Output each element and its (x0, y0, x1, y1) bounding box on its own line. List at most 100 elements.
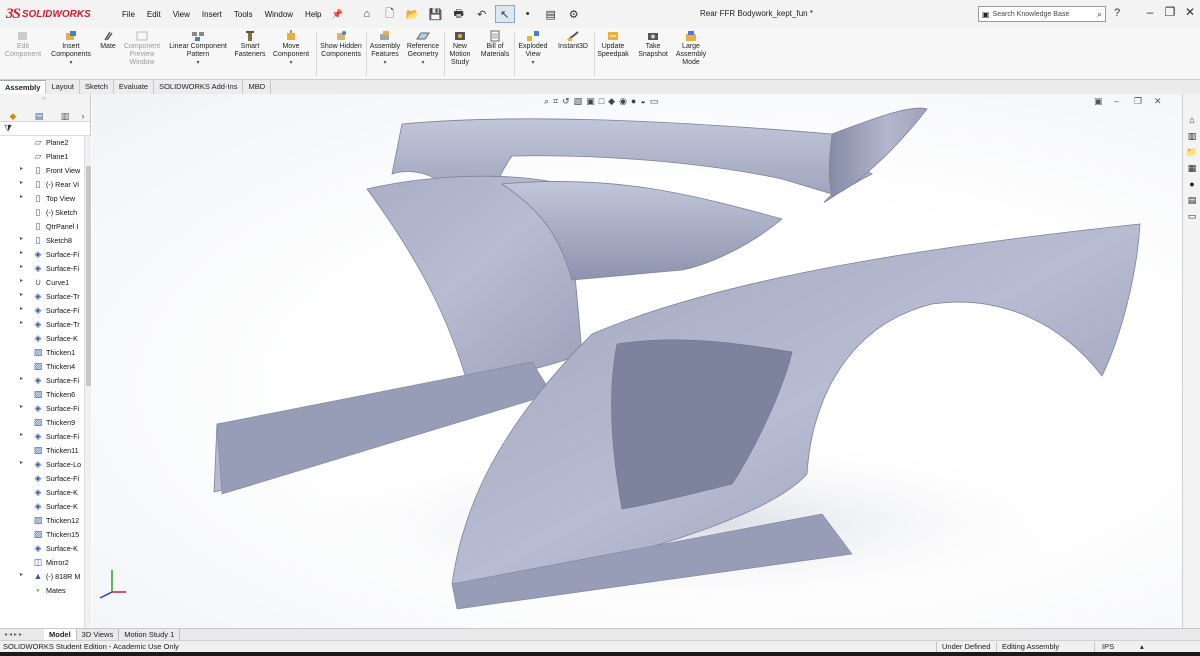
tree-item[interactable]: ▸ ◈ Surface-Fi (0, 304, 84, 318)
tree-item[interactable]: ◈ Surface-K (0, 486, 84, 500)
tree-item[interactable]: ▨ Thicken15 (0, 528, 84, 542)
tree-item[interactable]: ▨ Thicken4 (0, 360, 84, 374)
expand-arrow-icon[interactable]: ▸ (20, 305, 23, 312)
component-preview-window-button[interactable]: Component Preview Window (122, 30, 162, 67)
options-gear-icon[interactable]: ⚙ (564, 5, 584, 23)
expand-arrow-icon[interactable]: ▸ (20, 165, 23, 172)
collapse-handle-icon[interactable]: ○ (42, 96, 46, 102)
tab-scroll-arrows-icon[interactable]: ◂◂▸▸ (0, 631, 44, 638)
expand-arrow-icon[interactable]: ▸ (20, 179, 23, 186)
configuration-manager-icon[interactable]: ▥ (58, 110, 72, 122)
file-explorer-icon[interactable]: 📁 (1186, 146, 1198, 158)
solidworks-logo[interactable]: 3S SOLIDWORKS (0, 0, 104, 28)
tab-mbd[interactable]: MBD (243, 80, 272, 94)
restore-icon[interactable]: ❐ (1160, 5, 1180, 19)
filter-icon[interactable]: ⧩ (4, 123, 12, 134)
expand-arrow-icon[interactable]: ▸ (20, 571, 23, 578)
panel-tab-arrow-icon[interactable]: › (76, 110, 90, 122)
scrollbar-thumb[interactable] (86, 166, 91, 386)
move-component-button[interactable]: Move Component ▾ (270, 30, 312, 67)
tree-item[interactable]: ▨ Thicken9 (0, 416, 84, 430)
menu-file[interactable]: File (116, 10, 141, 19)
units-status[interactable]: IPS (1102, 642, 1114, 651)
expand-arrow-icon[interactable]: ▸ (20, 193, 23, 200)
expand-arrow-icon[interactable]: ▸ (20, 403, 23, 410)
tab-sketch[interactable]: Sketch (80, 80, 114, 94)
print-icon[interactable]: 🖶 (449, 5, 469, 23)
close-icon[interactable]: ✕ (1180, 5, 1200, 19)
new-motion-study-button[interactable]: New Motion Study (446, 30, 474, 67)
search-scope-icon[interactable]: ▣ (982, 10, 990, 19)
tree-item[interactable]: ◈ Surface-K (0, 500, 84, 514)
exploded-view-button[interactable]: Exploded View ▾ (516, 30, 550, 67)
tree-item[interactable]: ◫ Mirror2 (0, 556, 84, 570)
expand-arrow-icon[interactable]: ▸ (20, 263, 23, 270)
tab-solidworks-add-ins[interactable]: SOLIDWORKS Add-Ins (154, 80, 244, 94)
menu-window[interactable]: Window (259, 10, 299, 19)
tree-item[interactable]: ◈ Surface-Fi (0, 472, 84, 486)
instant3d-button[interactable]: Instant3D (556, 30, 590, 51)
tree-item[interactable]: ▱ Plane1 (0, 150, 84, 164)
knowledge-base-search[interactable]: ▣ Search Knowledge Base ⌕ (978, 6, 1106, 22)
tab-3d-views[interactable]: 3D Views (77, 628, 120, 641)
tree-scrollbar[interactable] (84, 136, 91, 628)
tree-item[interactable]: ▯ (-) Sketch (0, 206, 84, 220)
expand-arrow-icon[interactable]: ▸ (20, 459, 23, 466)
tree-item[interactable]: ▸ ◈ Surface-Fi (0, 374, 84, 388)
tree-item[interactable]: ▸ ◈ Surface-Fi (0, 430, 84, 444)
tree-item[interactable]: ▸ ▲ (-) 818R M (0, 570, 84, 584)
menu-view[interactable]: View (167, 10, 196, 19)
minimize-icon[interactable]: – (1140, 5, 1160, 19)
tree-item[interactable]: ▸ ▯ Sketch8 (0, 234, 84, 248)
tab-layout[interactable]: Layout (46, 80, 80, 94)
tab-motion-study-1[interactable]: Motion Study 1 (119, 628, 181, 641)
tree-item[interactable]: ∘ Mates (0, 584, 84, 598)
edit-component-button[interactable]: Edit Component (4, 30, 42, 59)
3d-model-render[interactable] (92, 94, 1182, 628)
menu-tools[interactable]: Tools (228, 10, 259, 19)
tree-item[interactable]: ▸ ◈ Surface-Fi (0, 262, 84, 276)
tree-item[interactable]: ▸ ◈ Surface-Tr (0, 290, 84, 304)
tree-item[interactable]: ▸ ◈ Surface-Fi (0, 248, 84, 262)
new-document-icon[interactable]: 🗋 (380, 5, 400, 23)
solidworks-resources-icon[interactable]: ⌂ (1186, 114, 1198, 126)
show-hidden-components-button[interactable]: Show Hidden Components (318, 30, 364, 59)
reference-geometry-button[interactable]: Reference Geometry ▾ (404, 30, 442, 67)
tree-item[interactable]: ▨ Thicken12 (0, 514, 84, 528)
update-speedpak-button[interactable]: Update Speedpak (596, 30, 630, 59)
view-palette-icon[interactable]: ▦ (1186, 162, 1198, 174)
tree-item[interactable]: ▸ ▯ Front View (0, 164, 84, 178)
undo-icon[interactable]: ↶ (472, 5, 492, 23)
tree-item[interactable]: ◈ Surface-K (0, 542, 84, 556)
menu-edit[interactable]: Edit (141, 10, 167, 19)
help-icon[interactable]: ? (1114, 7, 1120, 19)
tree-item[interactable]: ▨ Thicken6 (0, 388, 84, 402)
menu-help[interactable]: Help (299, 10, 327, 19)
rear-wing-endplate-surface[interactable] (828, 107, 928, 197)
search-icon[interactable]: ⌕ (1097, 9, 1105, 20)
tree-item[interactable]: ▱ Plane2 (0, 136, 84, 150)
property-manager-icon[interactable]: ▤ (32, 110, 46, 122)
graphics-viewport[interactable]: ⌕ ⌗ ↺ ▧ ▣ □ ◆ ◉ ● ◒ ▭ ▣ – ❐ ✕ (92, 94, 1182, 628)
expand-arrow-icon[interactable]: ▸ (20, 319, 23, 326)
tree-item[interactable]: ▯ QtrPanel I (0, 220, 84, 234)
tree-item[interactable]: ▸ ◈ Surface-Fi (0, 402, 84, 416)
pin-icon[interactable]: 📌 (332, 9, 343, 20)
feature-manager-tree-icon[interactable]: ◆ (6, 110, 20, 122)
tree-item[interactable]: ▸ ▯ (-) Rear Vi (0, 178, 84, 192)
appearances-icon[interactable]: ● (1186, 178, 1198, 190)
take-snapshot-button[interactable]: Take Snapshot (636, 30, 670, 59)
home-icon[interactable]: ⌂ (357, 5, 377, 23)
insert-components-button[interactable]: Insert Components ▾ (48, 30, 94, 67)
tab-model[interactable]: Model (44, 628, 77, 641)
expand-arrow-icon[interactable]: ▸ (20, 249, 23, 256)
save-icon[interactable]: 💾 (426, 5, 446, 23)
search-input[interactable]: Search Knowledge Base (993, 11, 1097, 18)
rebuild-traffic-light-icon[interactable]: • (518, 5, 538, 23)
design-library-icon[interactable]: ▥ (1186, 130, 1198, 142)
menu-insert[interactable]: Insert (196, 10, 228, 19)
expand-arrow-icon[interactable]: ▸ (20, 431, 23, 438)
smart-fasteners-button[interactable]: Smart Fasteners (232, 30, 268, 59)
open-folder-icon[interactable]: 📂 (403, 5, 423, 23)
bill-of-materials-button[interactable]: Bill of Materials (478, 30, 512, 59)
